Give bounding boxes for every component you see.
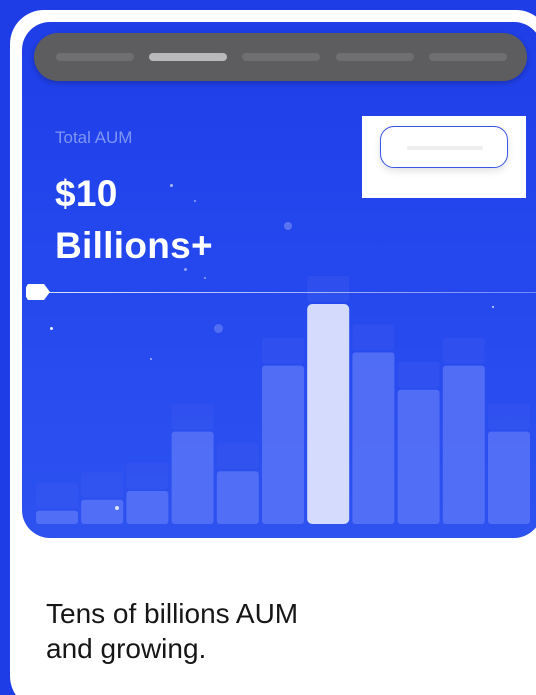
chart-bar xyxy=(81,499,124,524)
bar-ghost xyxy=(488,403,530,430)
sparkle-dot xyxy=(184,268,187,271)
chart-bar xyxy=(352,352,395,524)
sparkle-dot xyxy=(150,358,152,360)
bar-ghost xyxy=(397,361,440,388)
caption-line-1: Tens of billions AUM xyxy=(46,598,299,629)
sparkle-dot xyxy=(204,277,206,279)
chart-bar-highlight xyxy=(307,304,350,524)
sparkle-dot xyxy=(50,327,53,330)
bar-ghost xyxy=(442,337,485,364)
chart-guide-line xyxy=(30,292,536,293)
sparkle-dot xyxy=(284,222,292,230)
aum-visual-panel: Total AUM $10 Billions+ xyxy=(22,22,536,538)
chart-bar xyxy=(171,431,214,524)
sparkle-dot xyxy=(214,324,223,333)
bar-ghost xyxy=(307,276,350,302)
bar-ghost xyxy=(126,463,169,489)
bar-ghost xyxy=(171,403,214,430)
chart-bar xyxy=(126,491,169,524)
caption-line-2: and growing. xyxy=(46,633,207,664)
sparkle-dot xyxy=(492,306,494,308)
caption-text: Tens of billions AUM and growing. xyxy=(46,596,386,666)
sparkle-dot xyxy=(115,506,119,510)
bar-ghost xyxy=(36,482,78,509)
aum-card: Total AUM $10 Billions+ Tens of billions… xyxy=(10,10,536,695)
chart-bar xyxy=(262,365,304,524)
bar-ghost xyxy=(216,443,259,470)
chart-bar xyxy=(488,431,530,524)
chart-bar xyxy=(36,510,78,524)
bar-ghost xyxy=(81,471,124,498)
sparkle-dot xyxy=(194,200,196,202)
chart-bar xyxy=(442,365,485,524)
chart-bar xyxy=(216,471,259,524)
bar-ghost xyxy=(262,337,304,364)
sparkle-dot xyxy=(170,184,173,187)
aum-bar-chart xyxy=(36,276,530,524)
chart-bar xyxy=(397,389,440,524)
bar-ghost xyxy=(352,324,395,351)
